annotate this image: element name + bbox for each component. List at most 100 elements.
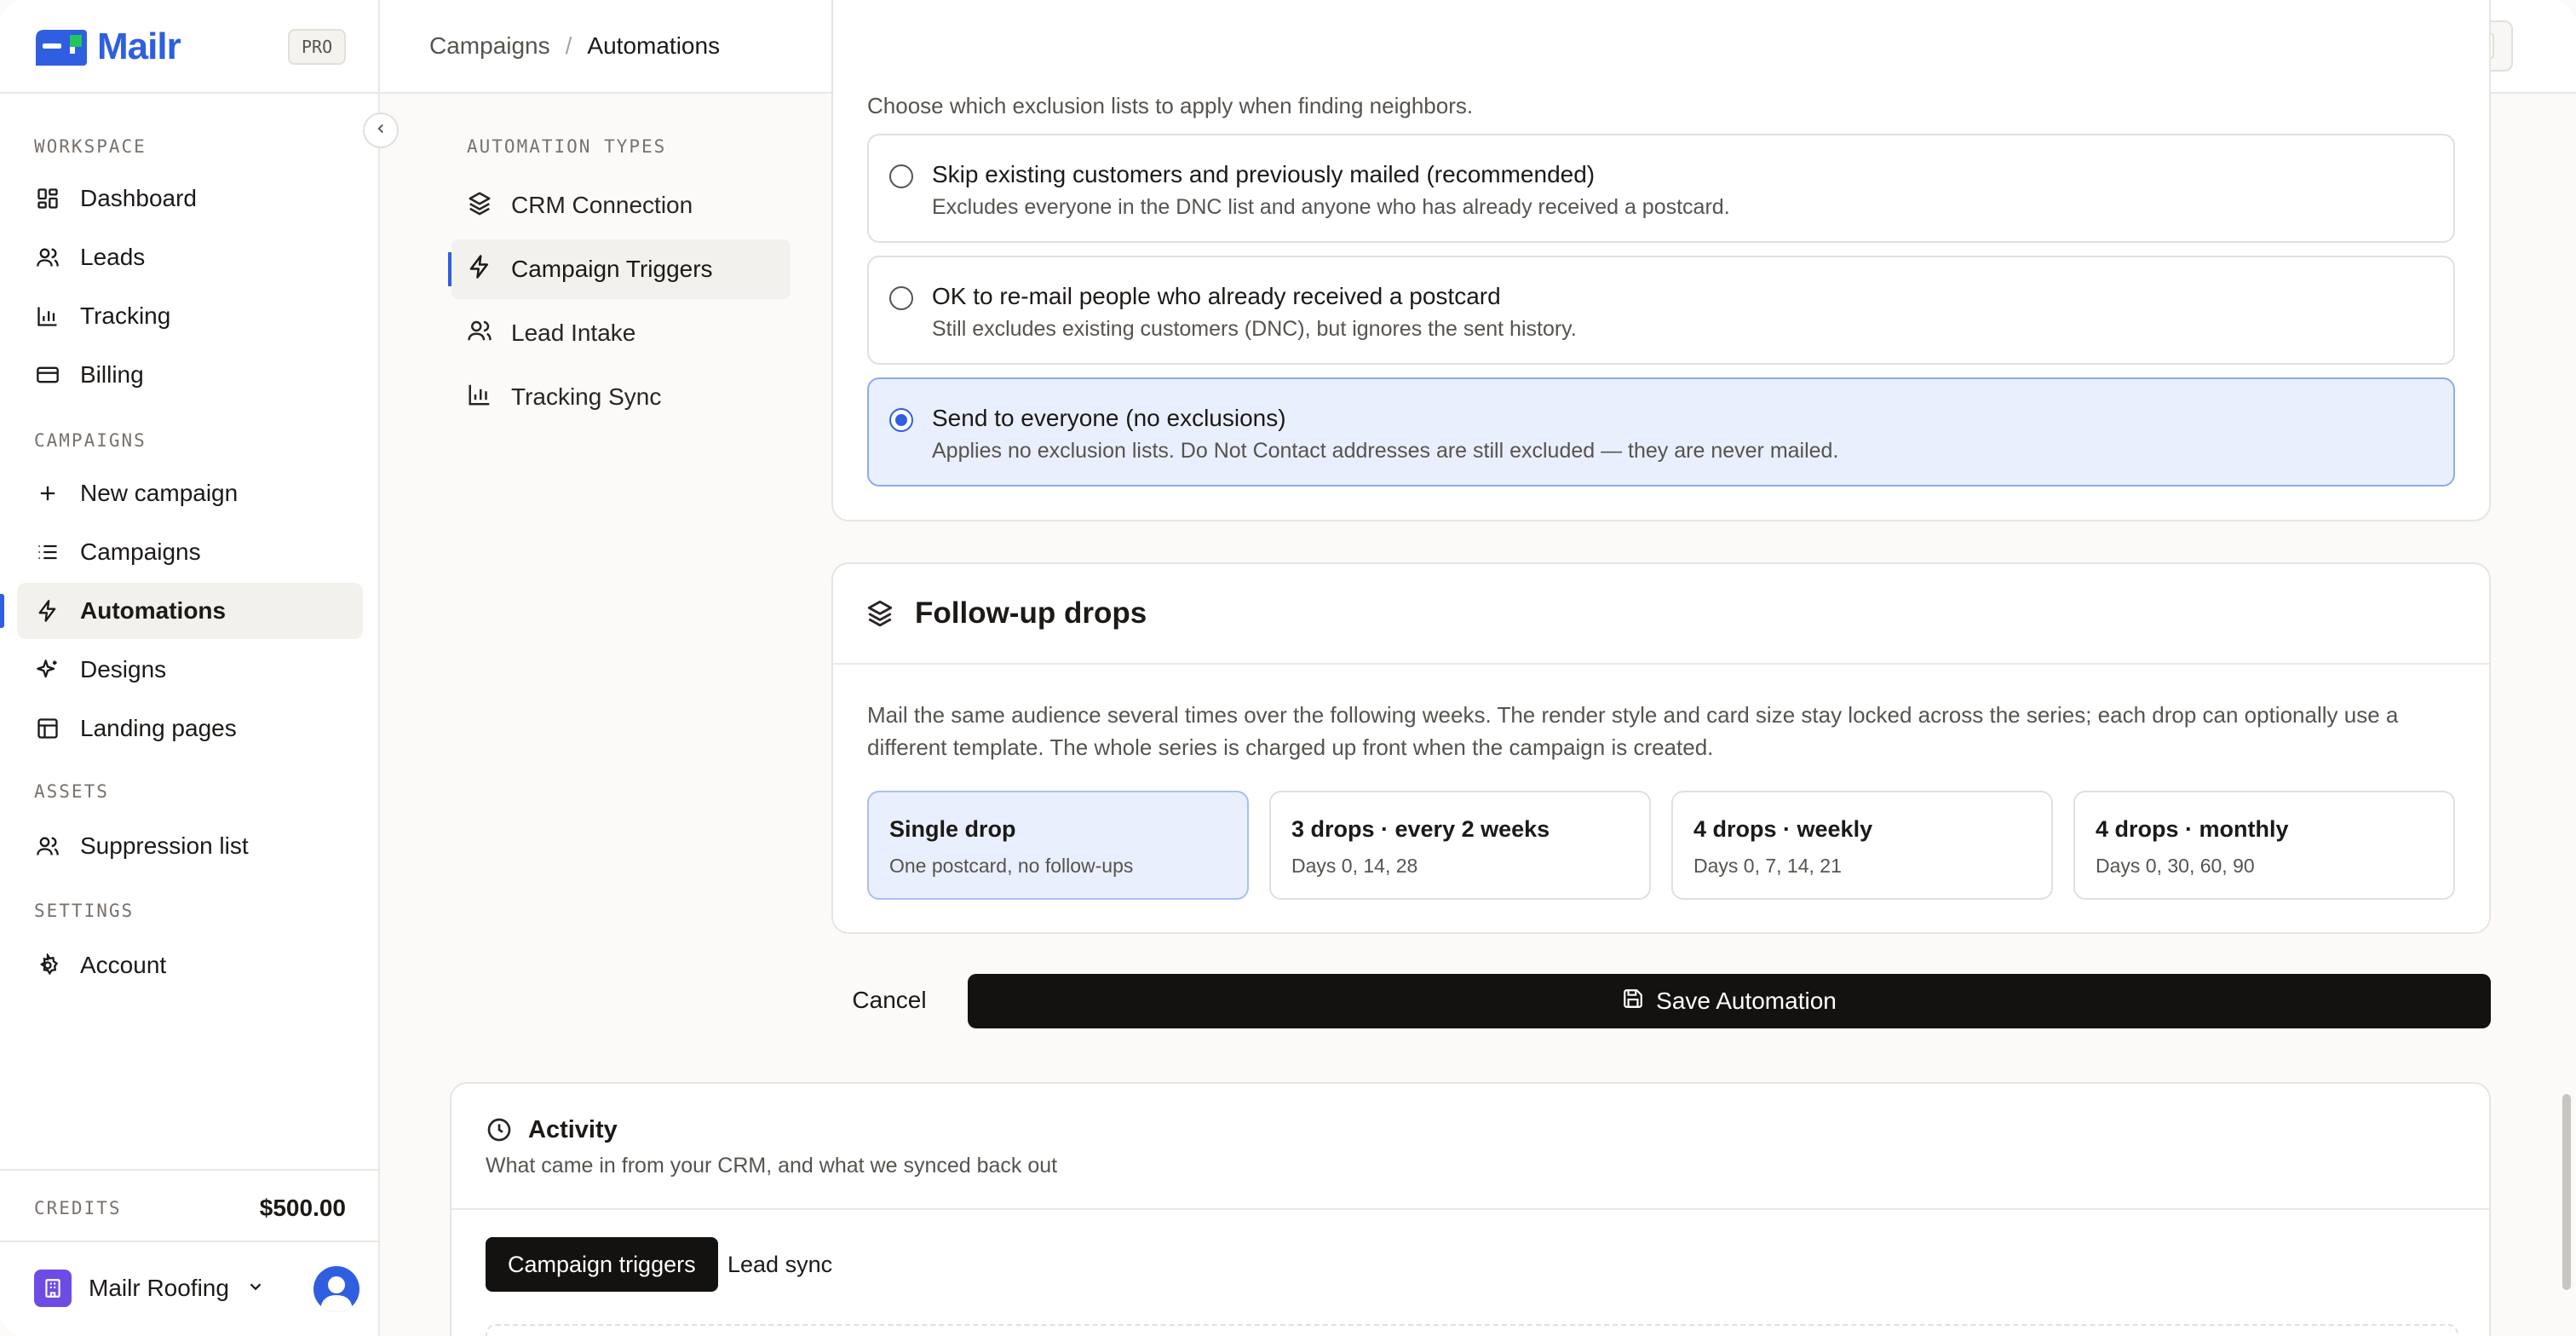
save-icon: [1622, 988, 1644, 1016]
avatar[interactable]: [313, 1266, 359, 1312]
sidebar-item-leads[interactable]: Leads: [17, 229, 363, 285]
radio-button[interactable]: [889, 164, 913, 188]
drop-option-4-monthly[interactable]: 4 drops · monthly Days 0, 30, 60, 90: [2073, 791, 2455, 900]
sidebar-item-new-campaign[interactable]: New campaign: [17, 465, 363, 521]
follow-up-title: Follow-up drops: [915, 596, 1147, 630]
settings-section-label: SETTINGS: [34, 901, 135, 921]
app-window: Mailr PRO WORKSPACE Dashboard Leads Trac…: [0, 0, 2576, 1336]
sidebar-item-label: Campaigns: [80, 538, 201, 565]
breadcrumb-separator: /: [565, 32, 572, 59]
exclusions-intro: Choose which exclusion lists to apply wh…: [867, 93, 1474, 118]
sidebar-item-billing[interactable]: Billing: [17, 347, 363, 403]
drop-option-4-weekly[interactable]: 4 drops · weekly Days 0, 7, 14, 21: [1671, 791, 2053, 900]
org-name: Mailr Roofing: [89, 1275, 229, 1301]
users-icon: [34, 244, 61, 271]
sidebar-item-label: Landing pages: [80, 715, 237, 741]
tab-lead-sync[interactable]: Lead sync: [705, 1237, 854, 1292]
sidebar-item-label: Leads: [80, 244, 146, 270]
option-description: Still excludes existing customers (DNC),…: [932, 317, 1577, 341]
clock-icon: [486, 1116, 513, 1148]
automation-type-label: CRM Connection: [511, 192, 693, 218]
activity-description: What came in from your CRM, and what we …: [486, 1154, 1058, 1178]
activity-title: Activity: [528, 1116, 618, 1143]
sidebar-item-campaigns[interactable]: Campaigns: [17, 524, 363, 580]
automation-types-label: AUTOMATION TYPES: [467, 136, 667, 157]
radio-button[interactable]: [889, 286, 913, 310]
automation-type-campaign-triggers[interactable]: Campaign Triggers: [451, 239, 791, 299]
follow-up-header: Follow-up drops: [833, 564, 2489, 665]
drop-subtitle: One postcard, no follow-ups: [889, 855, 1134, 877]
sidebar-item-label: Tracking: [80, 302, 171, 329]
sidebar-item-designs[interactable]: Designs: [17, 642, 363, 698]
collapse-sidebar-button[interactable]: [363, 112, 399, 148]
sidebar-item-label: Dashboard: [80, 185, 197, 211]
bar-chart-icon: [34, 302, 61, 330]
drop-option-single[interactable]: Single drop One postcard, no follow-ups: [867, 791, 1249, 900]
assets-section-label: ASSETS: [34, 781, 109, 802]
users-icon: [34, 832, 61, 860]
drop-title: Single drop: [889, 816, 1016, 842]
app-logo[interactable]: Mailr: [34, 26, 181, 68]
logo-row: Mailr PRO: [0, 0, 378, 94]
chevron-left-icon: [373, 121, 388, 141]
sidebar: Mailr PRO WORKSPACE Dashboard Leads Trac…: [0, 0, 380, 1336]
automation-type-label: Lead Intake: [511, 320, 636, 346]
sidebar-item-landing-pages[interactable]: Landing pages: [17, 700, 363, 757]
credits-value: $500.00: [259, 1195, 346, 1221]
radio-button-selected[interactable]: [889, 408, 913, 432]
activity-list-placeholder: [486, 1324, 2458, 1336]
sparkles-icon: [34, 656, 61, 683]
campaigns-section-label: CAMPAIGNS: [34, 430, 147, 451]
breadcrumb-campaigns-link[interactable]: Campaigns: [429, 32, 550, 60]
drop-subtitle: Days 0, 7, 14, 21: [1693, 855, 1842, 877]
drop-title: 4 drops · monthly: [2096, 816, 2289, 842]
page-scrollbar[interactable]: [2562, 1094, 2571, 1290]
exclusion-option-remail[interactable]: OK to re-mail people who already receive…: [867, 256, 2455, 365]
drop-title: 3 drops · every 2 weeks: [1291, 816, 1550, 842]
option-description: Applies no exclusion lists. Do Not Conta…: [932, 439, 1839, 463]
org-switcher[interactable]: Mailr Roofing: [34, 1270, 265, 1307]
tab-campaign-triggers[interactable]: Campaign triggers: [486, 1237, 718, 1292]
drop-option-3-biweekly[interactable]: 3 drops · every 2 weeks Days 0, 14, 28: [1269, 791, 1651, 900]
automation-type-label: Campaign Triggers: [511, 256, 713, 282]
save-automation-button[interactable]: Save Automation: [968, 974, 2491, 1028]
layers-icon: [865, 598, 894, 631]
exclusion-option-skip-existing[interactable]: Skip existing customers and previously m…: [867, 134, 2455, 243]
automation-type-tracking-sync[interactable]: Tracking Sync: [451, 367, 791, 427]
cancel-button[interactable]: Cancel: [837, 973, 942, 1028]
automation-type-crm-connection[interactable]: CRM Connection: [451, 176, 791, 235]
gear-icon: [34, 952, 61, 979]
breadcrumb: Campaigns / Automations: [429, 32, 720, 60]
exclusion-option-send-everyone[interactable]: Send to everyone (no exclusions) Applies…: [867, 377, 2455, 487]
sidebar-item-account[interactable]: Account: [17, 937, 363, 993]
sidebar-item-label: New campaign: [80, 480, 239, 506]
sidebar-item-dashboard[interactable]: Dashboard: [17, 170, 363, 227]
sidebar-item-automations[interactable]: Automations: [17, 583, 363, 639]
plus-icon: [34, 480, 61, 507]
sidebar-item-suppression-list[interactable]: Suppression list: [17, 818, 363, 874]
workspace-section-label: WORKSPACE: [34, 136, 147, 157]
credits-label: CREDITS: [34, 1198, 122, 1218]
sidebar-item-label: Suppression list: [80, 832, 249, 859]
option-description: Excludes everyone in the DNC list and an…: [932, 195, 1730, 219]
drop-subtitle: Days 0, 30, 60, 90: [2096, 855, 2255, 877]
option-title: Send to everyone (no exclusions): [932, 405, 1286, 431]
credit-card-icon: [34, 361, 61, 389]
activity-card: Activity What came in from your CRM, and…: [450, 1082, 2491, 1336]
users-icon: [467, 318, 492, 349]
sidebar-item-tracking[interactable]: Tracking: [17, 288, 363, 344]
sidebar-item-label: Billing: [80, 361, 144, 388]
active-indicator: [0, 594, 4, 628]
app-name: Mailr: [97, 26, 181, 67]
sidebar-item-label: Automations: [80, 597, 227, 624]
mailbox-logo-icon: [36, 30, 87, 66]
breadcrumb-current: Automations: [587, 32, 721, 59]
sidebar-item-label: Designs: [80, 656, 167, 682]
follow-up-card: Follow-up drops Mail the same audience s…: [831, 562, 2491, 934]
automation-type-lead-intake[interactable]: Lead Intake: [451, 303, 791, 363]
bolt-icon: [34, 597, 61, 625]
list-icon: [34, 538, 61, 566]
option-title: OK to re-mail people who already receive…: [932, 283, 1501, 309]
plan-badge: PRO: [288, 29, 347, 65]
sidebar-item-label: Account: [80, 952, 167, 978]
